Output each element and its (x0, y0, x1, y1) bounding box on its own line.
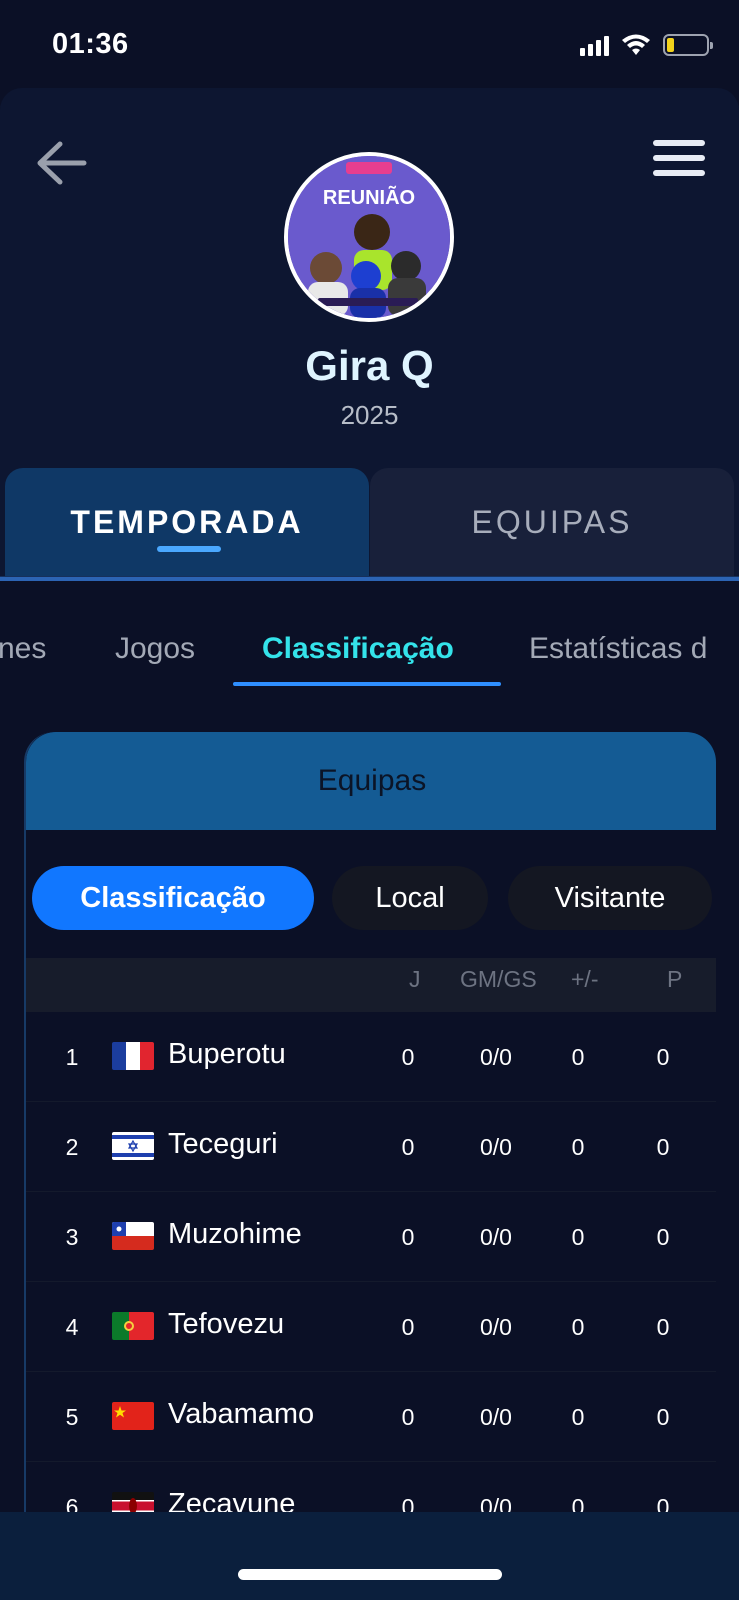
subtab-classificacao[interactable]: Classificação (262, 632, 454, 666)
row-j: 0 (401, 1494, 415, 1512)
standings-title: Equipas (317, 764, 427, 797)
row-rank: 4 (65, 1314, 79, 1340)
row-gmgs: 0/0 (480, 1134, 512, 1160)
table-row[interactable]: 3 Muzohime 0 0/0 0 0 (26, 1192, 716, 1282)
status-time: 01:36 (52, 28, 129, 60)
row-p: 0 (656, 1044, 670, 1070)
hamburger-menu-icon[interactable] (653, 140, 707, 184)
row-diff: 0 (571, 1134, 585, 1160)
standings-card: Equipas Classificação Local Visitante J … (24, 732, 716, 1512)
portugal-flag-icon (112, 1312, 154, 1340)
row-team-name: Zecavune (168, 1488, 296, 1512)
france-flag-icon (112, 1042, 154, 1070)
back-arrow-icon[interactable] (36, 138, 88, 188)
season-year: 2025 (340, 400, 399, 430)
cellular-signal-icon (580, 34, 609, 56)
battery-icon (663, 34, 713, 56)
subtab-estatisticas[interactable]: Estatísticas d (529, 632, 707, 666)
filter-visitante-button[interactable]: Visitante (508, 866, 712, 930)
row-j: 0 (401, 1044, 415, 1070)
row-rank: 5 (65, 1404, 79, 1430)
status-bar: 01:36 (0, 0, 739, 88)
row-diff: 0 (571, 1404, 585, 1430)
filter-visitante-label: Visitante (554, 881, 666, 914)
row-rank: 2 (65, 1134, 79, 1160)
row-gmgs: 0/0 (480, 1404, 512, 1430)
col-j: J (409, 966, 421, 992)
wifi-icon (622, 34, 650, 55)
tab-equipas-label: EQUIPAS (471, 503, 633, 540)
status-icons (580, 32, 713, 58)
avatar-image: REUNIÃO (288, 156, 450, 318)
row-gmgs: 0/0 (480, 1494, 512, 1512)
row-rank: 6 (65, 1494, 79, 1512)
standings-card-header: Equipas (26, 732, 716, 830)
row-team-name: Teceguri (168, 1128, 278, 1160)
row-p: 0 (656, 1494, 670, 1512)
row-gmgs: 0/0 (480, 1224, 512, 1250)
tab-temporada[interactable]: TEMPORADA (5, 468, 369, 576)
row-diff: 0 (571, 1224, 585, 1250)
col-p: P (667, 966, 683, 992)
bottom-bar (0, 1512, 739, 1600)
filter-classificacao-label: Classificação (80, 881, 266, 914)
col-diff: +/- (571, 966, 599, 992)
row-team-name: Vabamamo (168, 1398, 315, 1430)
filter-local-label: Local (375, 881, 445, 914)
israel-flag-icon (112, 1132, 154, 1160)
row-team-name: Muzohime (168, 1218, 302, 1250)
row-j: 0 (401, 1134, 415, 1160)
team-avatar: REUNIÃO (284, 152, 454, 322)
row-j: 0 (401, 1314, 415, 1340)
row-diff: 0 (571, 1494, 585, 1512)
col-gmgs: GM/GS (460, 966, 537, 992)
team-name: Gira Q (305, 342, 434, 389)
row-p: 0 (656, 1314, 670, 1340)
filter-local-button[interactable]: Local (332, 866, 488, 930)
row-p: 0 (656, 1134, 670, 1160)
active-tab-indicator (157, 546, 221, 552)
subtab-active-indicator (233, 682, 501, 686)
row-j: 0 (401, 1404, 415, 1430)
home-indicator[interactable] (238, 1569, 502, 1580)
row-gmgs: 0/0 (480, 1314, 512, 1340)
tab-equipas[interactable]: EQUIPAS (370, 468, 734, 576)
row-diff: 0 (571, 1314, 585, 1340)
row-j: 0 (401, 1224, 415, 1250)
row-p: 0 (656, 1224, 670, 1250)
standings-filters: Classificação Local Visitante (26, 866, 716, 932)
standings-column-headers: J GM/GS +/- P (26, 958, 716, 1012)
avatar-title: REUNIÃO (323, 186, 415, 209)
chile-flag-icon (112, 1222, 154, 1250)
sub-tab-bar[interactable]: nes Jogos Classificação Estatísticas d (0, 600, 739, 690)
table-row[interactable]: 2 Teceguri 0 0/0 0 0 (26, 1102, 716, 1192)
table-row[interactable]: 6 Zecavune 0 0/0 0 0 (26, 1462, 716, 1512)
table-row[interactable]: 4 Tefovezu 0 0/0 0 0 (26, 1282, 716, 1372)
tab-divider (0, 577, 739, 581)
table-row[interactable]: 5 Vabamamo 0 0/0 0 0 (26, 1372, 716, 1462)
row-team-name: Tefovezu (168, 1308, 285, 1340)
table-row[interactable]: 1 Buperotu 0 0/0 0 0 (26, 1012, 716, 1102)
row-gmgs: 0/0 (480, 1044, 512, 1070)
subtab-partial-left[interactable]: nes (0, 632, 46, 666)
subtab-jogos[interactable]: Jogos (115, 632, 195, 666)
filter-classificacao-button[interactable]: Classificação (32, 866, 314, 930)
row-diff: 0 (571, 1044, 585, 1070)
row-p: 0 (656, 1404, 670, 1430)
row-team-name: Buperotu (168, 1038, 286, 1070)
row-rank: 3 (65, 1224, 79, 1250)
tab-temporada-label: TEMPORADA (70, 503, 304, 540)
china-flag-icon (112, 1402, 154, 1430)
kenya-flag-icon (112, 1492, 154, 1512)
row-rank: 1 (65, 1044, 79, 1070)
